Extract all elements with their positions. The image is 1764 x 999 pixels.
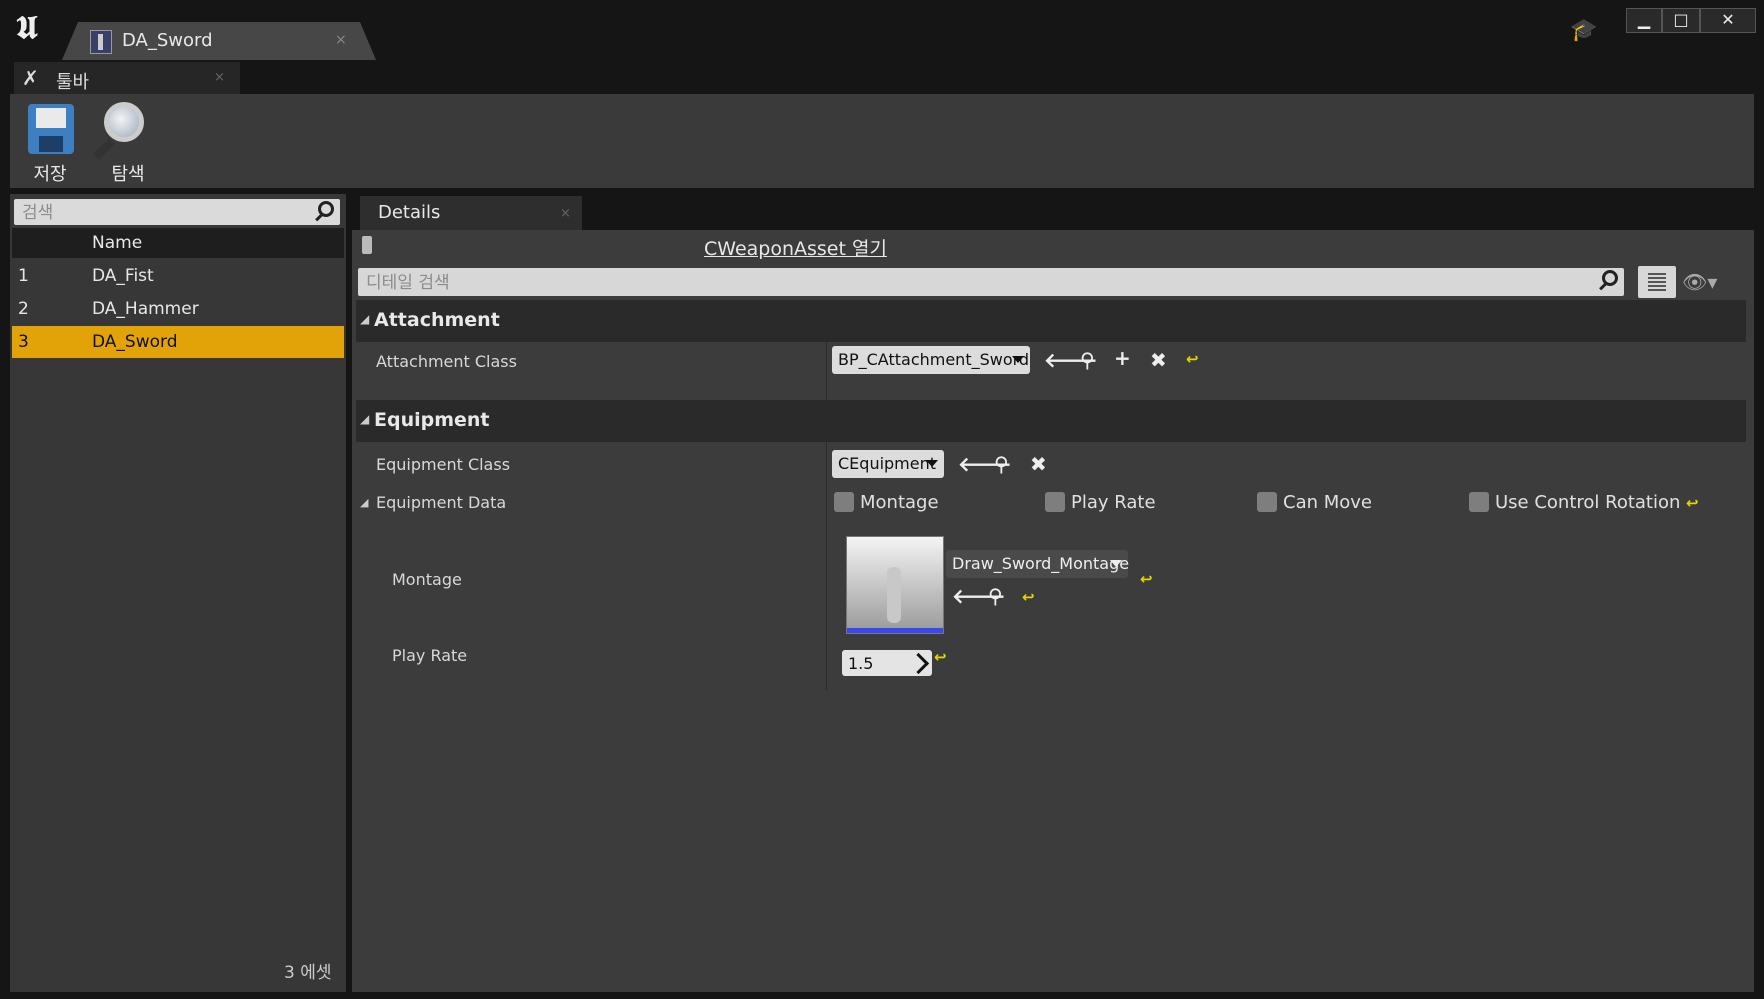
category-label: Attachment [374, 309, 500, 331]
toolbar-tab[interactable] [14, 62, 240, 94]
browse-magnifier-icon[interactable]: ⚲ [1080, 348, 1095, 372]
clear-x-icon[interactable]: ✖ [1150, 348, 1167, 372]
montage-thumbnail[interactable] [846, 536, 944, 634]
column-header[interactable] [12, 228, 344, 258]
attachment-class-label: Attachment Class [376, 352, 517, 371]
equipment-data-triangle-icon[interactable]: ◢ [360, 496, 368, 509]
details-search-input[interactable] [364, 271, 1568, 295]
chevron-down-icon [1012, 356, 1024, 363]
montage-label: Montage [392, 570, 462, 589]
play-rate-value: 1.5 [848, 654, 874, 673]
column-header-name[interactable]: Name [92, 233, 142, 253]
document-tab-close-icon[interactable]: × [335, 32, 347, 48]
use-control-rotation-checkbox-label: Use Control Rotation [1495, 492, 1681, 513]
spin-drag-icon[interactable] [907, 652, 930, 675]
reset-to-default-icon[interactable]: ↩ [1140, 570, 1153, 588]
details-tab-close-icon[interactable]: × [560, 206, 571, 221]
chevron-down-icon [926, 460, 938, 467]
montage-asset-combo[interactable]: Draw_Sword_Montage [946, 550, 1130, 578]
save-button[interactable]: 저장 [14, 100, 86, 186]
tutorial-cap-icon[interactable]: 🎓 [1570, 18, 1597, 43]
asset-row-hammer[interactable]: 2 DA_Hammer [12, 293, 344, 325]
browse-magnifier-icon[interactable]: ⚲ [994, 452, 1009, 476]
attachment-class-value: BP_CAttachment_Sword [838, 350, 1030, 369]
equipment-class-label: Equipment Class [376, 455, 511, 474]
save-button-label: 저장 [33, 164, 67, 185]
asset-row-index: 1 [18, 266, 29, 286]
reset-to-default-icon[interactable]: ↩ [1686, 494, 1699, 512]
montage-checkbox[interactable] [834, 492, 854, 512]
montage-asset-value: Draw_Sword_Montage [952, 554, 1130, 573]
asset-row-name: DA_Hammer [92, 299, 199, 319]
property-matrix-button[interactable] [1638, 266, 1676, 298]
mannequin-figure [887, 567, 901, 623]
collapse-triangle-icon[interactable]: ◢ [360, 412, 369, 426]
asset-search-input[interactable] [20, 201, 304, 225]
toolbar-tab-close-icon[interactable]: × [214, 70, 225, 85]
class-icon [362, 236, 372, 254]
asset-row-index: 2 [18, 299, 29, 319]
unreal-logo-icon[interactable]: 𝖀 [8, 8, 46, 46]
reset-to-default-icon[interactable]: ↩ [1186, 350, 1199, 368]
play-rate-label: Play Rate [392, 646, 468, 665]
save-icon [28, 104, 74, 154]
asset-count: 3 에셋 [284, 963, 332, 983]
details-tab-label: Details [378, 202, 441, 223]
category-attachment[interactable]: ◢ Attachment [356, 300, 1746, 342]
document-tab-label: DA_Sword [122, 30, 213, 51]
play-rate-checkbox[interactable] [1045, 492, 1065, 512]
collapse-triangle-icon[interactable]: ◢ [360, 312, 369, 326]
montage-checkbox-label: Montage [860, 492, 939, 513]
category-equipment[interactable]: ◢ Equipment [356, 400, 1746, 442]
toolbar-tab-label: 툴바 [56, 72, 90, 93]
data-asset-icon [90, 30, 112, 54]
category-label: Equipment [374, 409, 490, 431]
details-search-box[interactable] [358, 268, 1624, 296]
attachment-class-combo[interactable]: BP_CAttachment_Sword [832, 346, 1030, 374]
close-window-button[interactable]: ✕ [1700, 8, 1756, 33]
open-class-link[interactable]: CWeaponAsset 열기 [704, 234, 887, 261]
can-move-checkbox-label: Can Move [1283, 492, 1372, 513]
column-splitter[interactable] [826, 300, 827, 690]
grid-icon [1648, 273, 1666, 291]
browse-magnifier-icon[interactable]: ⚲ [988, 584, 1003, 608]
asset-row-fist[interactable]: 1 DA_Fist [12, 260, 344, 292]
equipment-data-label: Equipment Data [376, 493, 507, 512]
search-icon[interactable] [318, 201, 334, 217]
chevron-down-icon [1110, 560, 1122, 567]
asset-row-index: 3 [18, 332, 29, 352]
reset-to-default-icon[interactable]: ↩ [934, 648, 947, 666]
add-plus-icon[interactable]: + [1114, 346, 1131, 370]
browse-button[interactable]: 탐색 [92, 100, 164, 186]
tools-icon: ✗ [22, 66, 39, 90]
use-control-rotation-checkbox[interactable] [1469, 492, 1489, 512]
maximize-button[interactable]: □ [1662, 8, 1700, 33]
toolbar [10, 94, 1754, 188]
asset-row-sword-selected[interactable]: 3 DA_Sword [12, 326, 344, 358]
asset-row-name: DA_Fist [92, 266, 154, 286]
clear-x-icon[interactable]: ✖ [1030, 452, 1047, 476]
can-move-checkbox[interactable] [1257, 492, 1277, 512]
minimize-button[interactable]: ▁ [1626, 8, 1662, 33]
browse-button-label: 탐색 [111, 164, 145, 185]
play-rate-input[interactable]: 1.5 [842, 650, 932, 676]
magnifier-handle [93, 138, 115, 160]
reset-to-default-icon[interactable]: ↩ [1022, 588, 1035, 606]
asset-search-box[interactable] [14, 199, 340, 225]
equipment-class-combo[interactable]: CEquipment [832, 450, 944, 478]
details-panel [352, 230, 1754, 992]
asset-type-color-bar [847, 628, 943, 633]
asset-row-name: DA_Sword [92, 332, 178, 352]
play-rate-checkbox-label: Play Rate [1071, 492, 1156, 513]
view-options-eye-icon[interactable]: 👁▾ [1682, 270, 1717, 294]
search-icon[interactable] [1602, 270, 1618, 286]
magnifier-icon [104, 102, 144, 142]
equipment-class-value: CEquipment [838, 454, 937, 473]
